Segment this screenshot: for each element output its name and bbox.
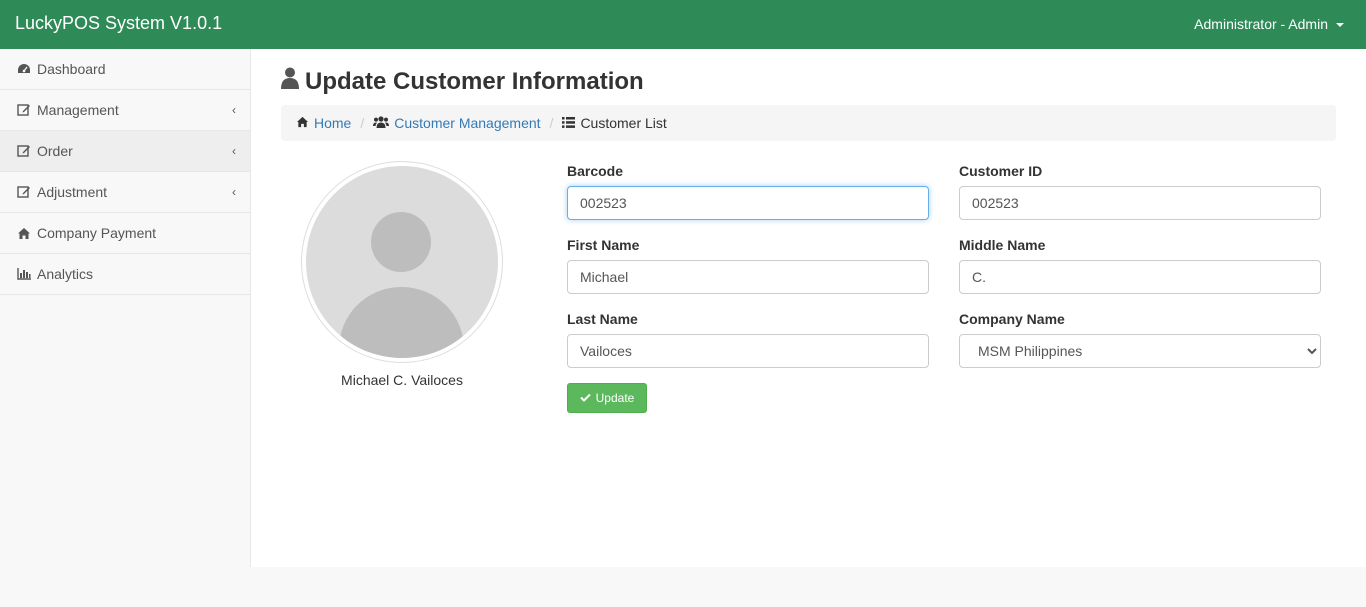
check-icon: [579, 391, 591, 405]
sidebar-item-label: Management: [37, 102, 119, 118]
sidebar-item-label: Analytics: [37, 266, 94, 282]
chevron-left-icon: ‹: [232, 185, 236, 199]
app-title[interactable]: LuckyPOS System V1.0.1: [15, 13, 222, 34]
customer-full-name: Michael C. Vailoces: [341, 372, 463, 388]
breadcrumb-separator: /: [360, 115, 365, 131]
user-menu-dropdown[interactable]: Administrator - Admin: [1194, 16, 1344, 32]
page-title-text: Update Customer Information: [305, 67, 644, 95]
sidebar: Dashboard Management ‹ Order ‹ Adjustmen…: [0, 49, 251, 567]
breadcrumb-separator: /: [549, 115, 554, 131]
sidebar-item-dashboard[interactable]: Dashboard: [0, 49, 250, 90]
sidebar-item-label: Adjustment: [37, 184, 108, 200]
last-name-label: Last Name: [567, 311, 638, 327]
sidebar-item-adjustment[interactable]: Adjustment ‹: [0, 172, 250, 213]
edit-icon: [17, 185, 31, 199]
main-content: Update Customer Information Home / Custo…: [251, 49, 1366, 567]
avatar: [301, 161, 503, 363]
breadcrumb-customer-management[interactable]: Customer Management: [373, 115, 541, 131]
home-icon: [17, 226, 31, 240]
user-menu-label: Administrator - Admin: [1194, 16, 1328, 32]
chevron-left-icon: ‹: [232, 103, 236, 117]
breadcrumb-customer-list: Customer List: [562, 115, 667, 131]
last-name-input[interactable]: [567, 334, 929, 368]
home-icon: [296, 115, 309, 131]
caret-down-icon: [1336, 23, 1344, 27]
dashboard-icon: [17, 62, 31, 76]
middle-name-label: Middle Name: [959, 237, 1046, 253]
top-navbar: LuckyPOS System V1.0.1 Administrator - A…: [0, 0, 1366, 49]
company-name-select[interactable]: MSM Philippines: [959, 334, 1321, 368]
breadcrumb-home[interactable]: Home: [296, 115, 351, 131]
sidebar-item-order[interactable]: Order ‹: [0, 131, 250, 172]
breadcrumb-home-link[interactable]: Home: [314, 115, 351, 131]
breadcrumb: Home / Customer Management / Customer Li…: [281, 105, 1336, 141]
sidebar-item-label: Company Payment: [37, 225, 157, 241]
breadcrumb-customer-list-label: Customer List: [580, 115, 667, 131]
update-button-label: Update: [595, 391, 635, 405]
list-icon: [562, 115, 576, 131]
sidebar-item-label: Dashboard: [37, 61, 106, 77]
middle-name-input[interactable]: [959, 260, 1321, 294]
edit-icon: [17, 144, 31, 158]
users-icon: [373, 115, 390, 131]
barcode-label: Barcode: [567, 163, 624, 179]
bar-chart-icon: [17, 267, 31, 281]
breadcrumb-customer-management-link[interactable]: Customer Management: [394, 115, 540, 131]
sidebar-item-label: Order: [37, 143, 73, 159]
chevron-left-icon: ‹: [232, 144, 236, 158]
sidebar-item-management[interactable]: Management ‹: [0, 90, 250, 131]
sidebar-item-analytics[interactable]: Analytics: [0, 254, 250, 295]
update-button[interactable]: Update: [567, 383, 647, 413]
page-title: Update Customer Information: [281, 67, 644, 96]
edit-icon: [17, 103, 31, 117]
barcode-input[interactable]: [567, 186, 929, 220]
company-name-label: Company Name: [959, 311, 1065, 327]
first-name-label: First Name: [567, 237, 640, 253]
avatar-placeholder-icon: [306, 166, 498, 358]
customer-id-input[interactable]: [959, 186, 1321, 220]
customer-id-label: Customer ID: [959, 163, 1043, 179]
user-icon: [281, 67, 299, 96]
sidebar-item-company-payment[interactable]: Company Payment: [0, 213, 250, 254]
first-name-input[interactable]: [567, 260, 929, 294]
